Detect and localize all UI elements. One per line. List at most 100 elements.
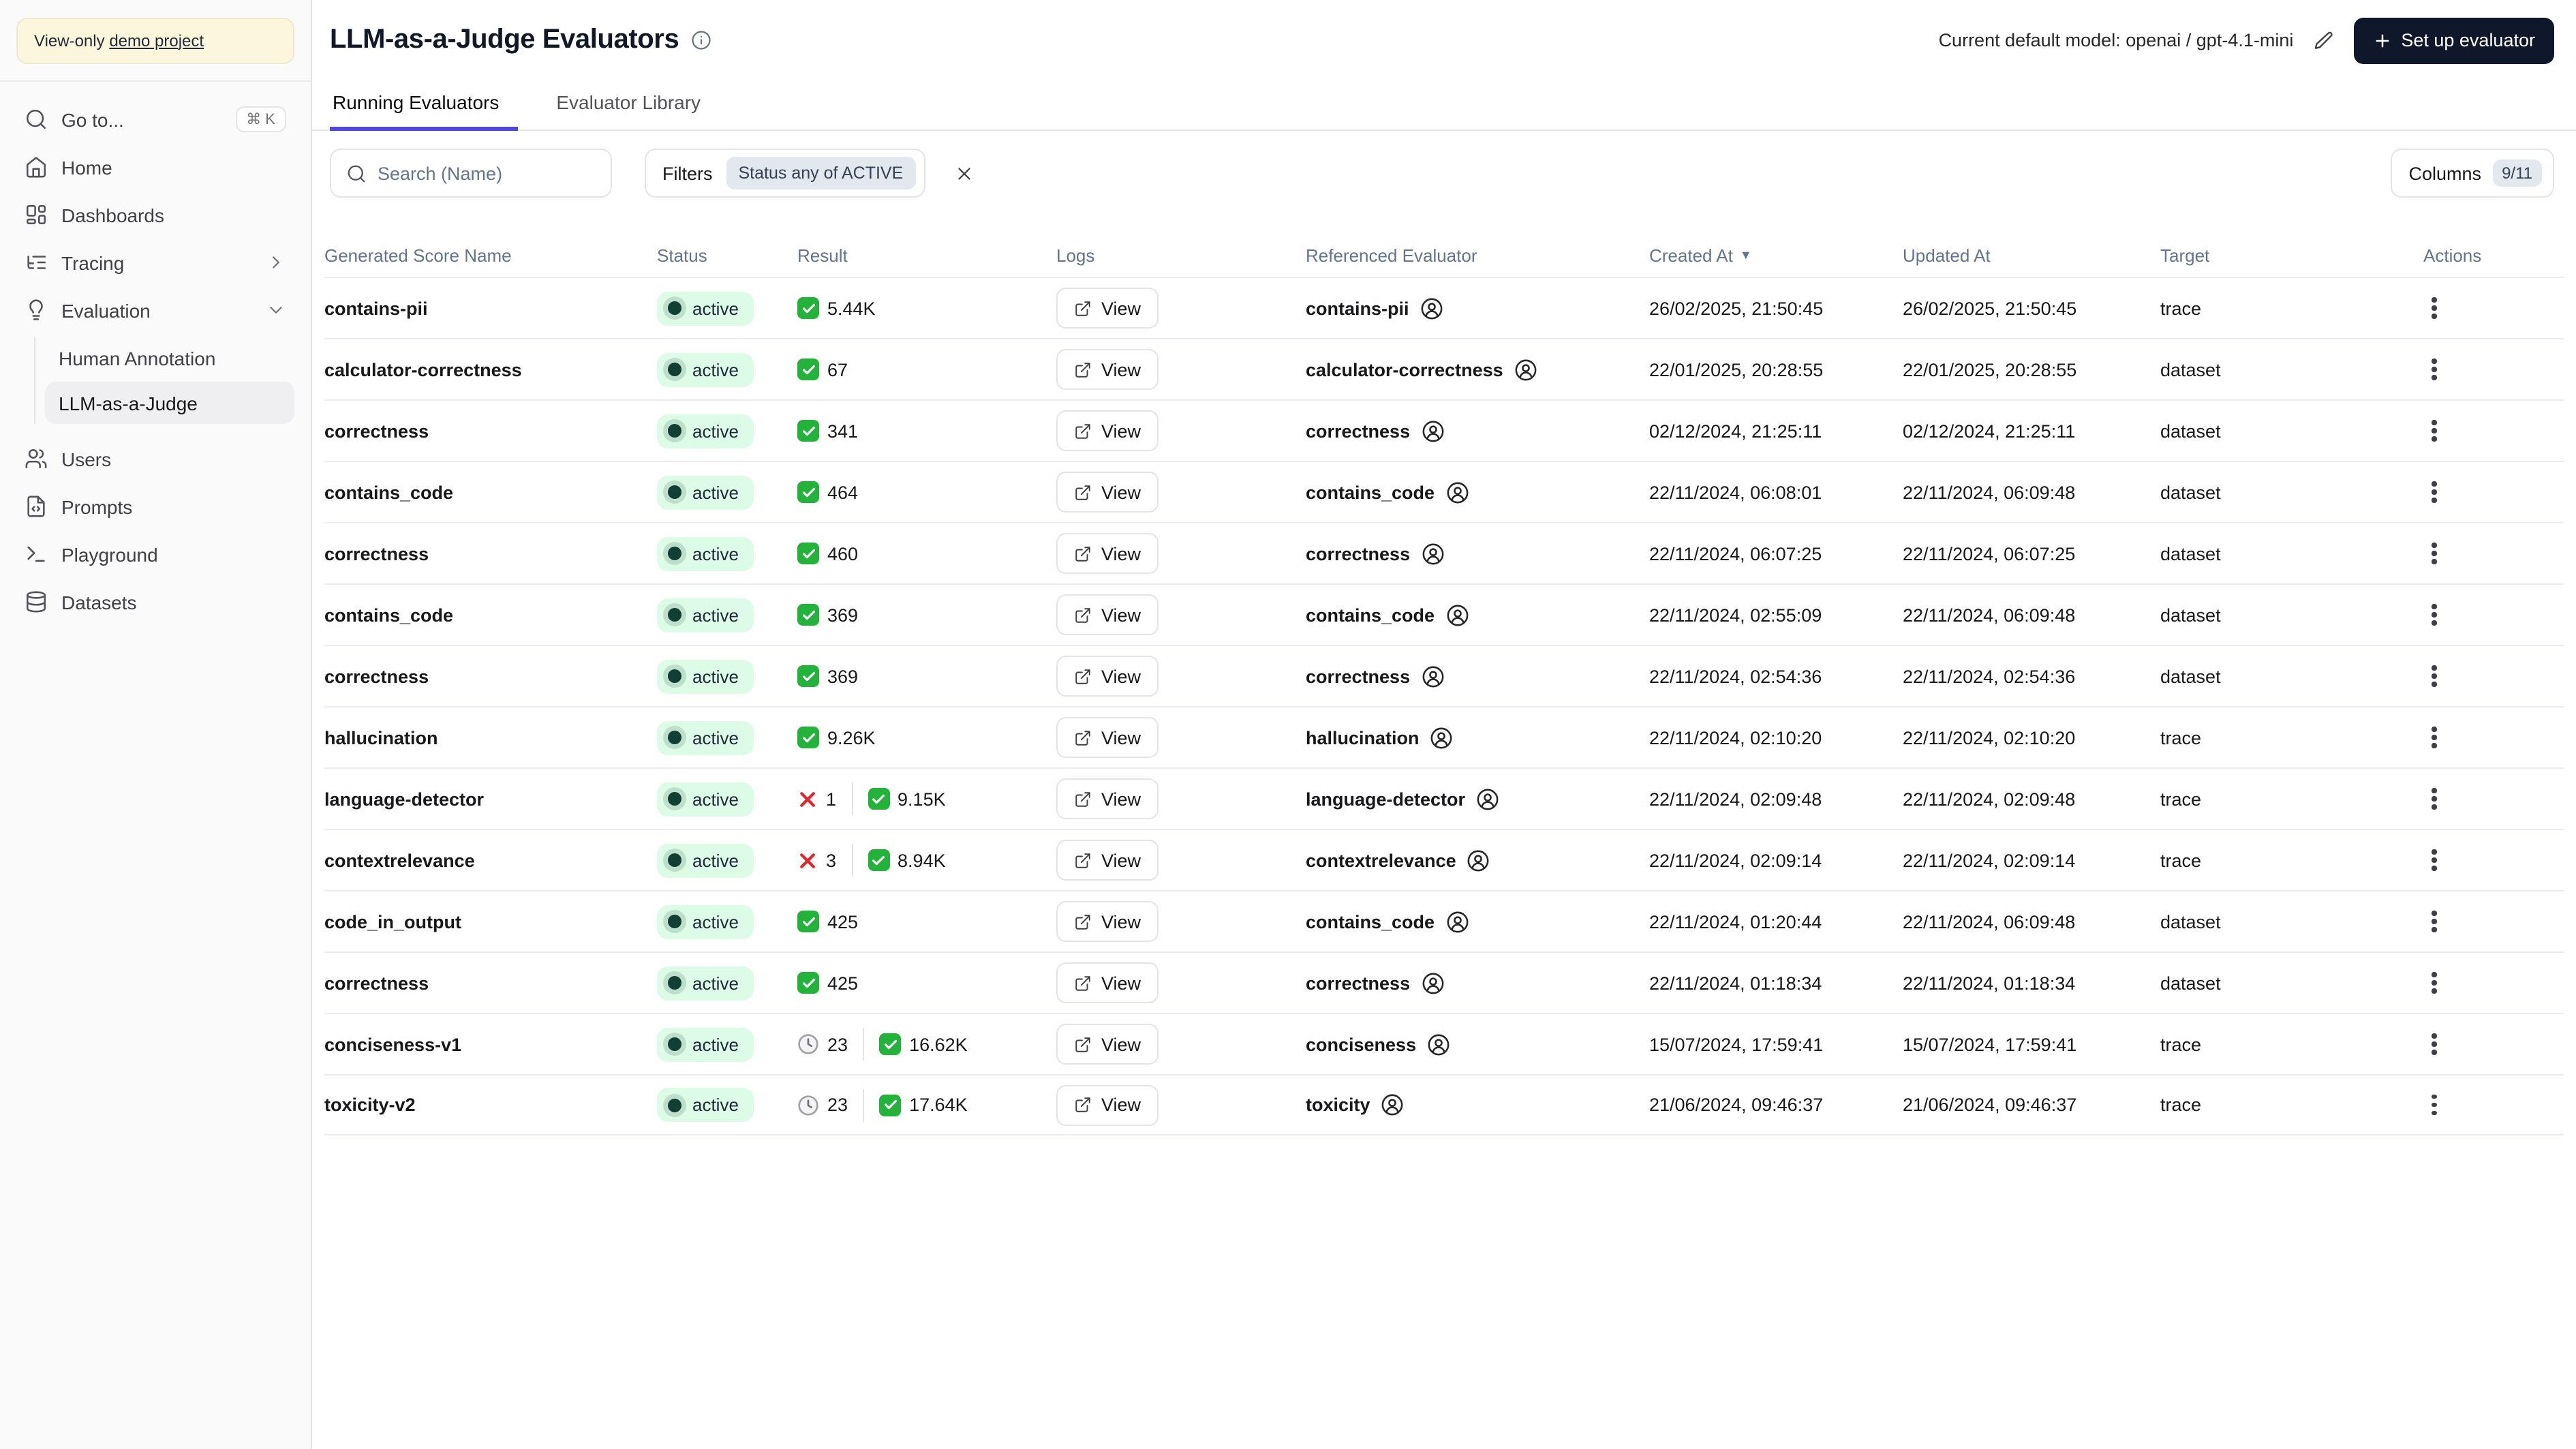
- referenced-evaluator-cell[interactable]: calculator-correctness: [1306, 358, 1649, 381]
- sidebar-item-home[interactable]: Home: [16, 143, 294, 191]
- filters-button[interactable]: Filters Status any of ACTIVE: [645, 149, 925, 198]
- row-actions-menu-button[interactable]: [2423, 354, 2444, 386]
- sidebar-item-playground[interactable]: Playground: [16, 530, 294, 578]
- sidebar-item-tracing[interactable]: Tracing: [16, 239, 294, 286]
- referenced-evaluator-cell[interactable]: contains_code: [1306, 481, 1649, 504]
- referenced-evaluator-cell[interactable]: hallucination: [1306, 726, 1649, 749]
- table-row[interactable]: hallucination active 9.26K View hallucinatio…: [324, 706, 2564, 767]
- page-title: LLM-as-a-Judge Evaluators: [330, 25, 679, 55]
- sidebar-item-evaluation[interactable]: Evaluation: [16, 286, 294, 334]
- info-icon[interactable]: [691, 30, 711, 50]
- columns-label: Columns: [2408, 163, 2482, 183]
- search-input[interactable]: [378, 163, 596, 183]
- tab-running-evaluators[interactable]: Running Evaluators: [330, 91, 519, 131]
- result-cell: 460: [797, 543, 1056, 564]
- view-logs-button[interactable]: View: [1056, 901, 1159, 942]
- clear-filters-button[interactable]: [947, 155, 982, 191]
- table-row[interactable]: correctness active 341 View correctness 02/12…: [324, 399, 2564, 461]
- row-actions-menu-button[interactable]: [2423, 844, 2444, 876]
- table-row[interactable]: conciseness-v1 active 23 16.62K View concisen…: [324, 1013, 2564, 1074]
- view-logs-button[interactable]: View: [1056, 840, 1159, 881]
- row-actions-menu-button[interactable]: [2423, 1089, 2444, 1121]
- referenced-evaluator-cell[interactable]: correctness: [1306, 665, 1649, 688]
- edit-model-button[interactable]: [2312, 29, 2334, 51]
- demo-project-link[interactable]: demo project: [109, 31, 204, 50]
- view-logs-button[interactable]: View: [1056, 1024, 1159, 1065]
- row-actions-menu-button[interactable]: [2423, 722, 2444, 754]
- column-header-created-at[interactable]: Created At ▼: [1649, 245, 1903, 265]
- column-header-target[interactable]: Target: [2160, 245, 2423, 265]
- referenced-evaluator-cell[interactable]: contains_code: [1306, 910, 1649, 933]
- view-logs-button[interactable]: View: [1056, 717, 1159, 758]
- view-logs-button[interactable]: View: [1056, 472, 1159, 513]
- referenced-evaluator-cell[interactable]: contextrelevance: [1306, 849, 1649, 872]
- referenced-evaluator-cell[interactable]: language-detector: [1306, 787, 1649, 810]
- table-row[interactable]: contextrelevance active 3 8.94K View contextr…: [324, 829, 2564, 890]
- table-row[interactable]: language-detector active 1 9.15K View languag…: [324, 767, 2564, 829]
- view-label: View: [1101, 1034, 1141, 1054]
- row-actions-menu-button[interactable]: [2423, 476, 2444, 508]
- referenced-evaluator-cell[interactable]: correctness: [1306, 419, 1649, 442]
- column-header-status[interactable]: Status: [657, 245, 797, 265]
- sidebar-item-datasets[interactable]: Datasets: [16, 578, 294, 626]
- created-at: 22/11/2024, 02:09:48: [1649, 789, 1822, 809]
- sidebar-item-goto[interactable]: Go to... ⌘ K: [16, 95, 294, 143]
- setup-evaluator-button[interactable]: Set up evaluator: [2353, 17, 2554, 63]
- row-actions-menu-button[interactable]: [2423, 538, 2444, 570]
- row-actions-menu-button[interactable]: [2423, 783, 2444, 815]
- column-header-referenced-evaluator[interactable]: Referenced Evaluator: [1306, 245, 1649, 265]
- table-row[interactable]: toxicity-v2 active 23 17.64K View toxicity 21/…: [324, 1074, 2564, 1135]
- view-logs-button[interactable]: View: [1056, 410, 1159, 451]
- logs-cell: View: [1056, 349, 1306, 390]
- row-actions-menu-button[interactable]: [2423, 660, 2444, 692]
- result-count: 369: [827, 666, 859, 686]
- table-row[interactable]: calculator-correctness active 67 View calcul…: [324, 338, 2564, 399]
- sidebar-item-users[interactable]: Users: [16, 435, 294, 483]
- view-logs-button[interactable]: View: [1056, 656, 1159, 697]
- row-actions-menu-button[interactable]: [2423, 1028, 2444, 1061]
- table-row[interactable]: contains_code active 369 View contains_code 2…: [324, 583, 2564, 645]
- status-cell: active: [657, 291, 797, 325]
- table-row[interactable]: correctness active 425 View correctness 22/11…: [324, 951, 2564, 1013]
- sidebar-item-human-annotation[interactable]: Human Annotation: [45, 337, 294, 379]
- tab-evaluator-library[interactable]: Evaluator Library: [553, 91, 703, 131]
- table-row[interactable]: code_in_output active 425 View contains_code…: [324, 890, 2564, 951]
- view-logs-button[interactable]: View: [1056, 349, 1159, 390]
- view-logs-button[interactable]: View: [1056, 778, 1159, 819]
- column-header-generated-score-name[interactable]: Generated Score Name: [324, 245, 657, 265]
- view-logs-button[interactable]: View: [1056, 288, 1159, 329]
- sidebar-item-llm-as-a-judge[interactable]: LLM-as-a-Judge: [45, 382, 294, 424]
- view-logs-button[interactable]: View: [1056, 594, 1159, 635]
- view-logs-button[interactable]: View: [1056, 962, 1159, 1003]
- referenced-evaluator-cell[interactable]: toxicity: [1306, 1093, 1649, 1116]
- table-row[interactable]: contains-pii active 5.44K View contains-pii 2…: [324, 277, 2564, 338]
- referenced-evaluator-cell[interactable]: contains-pii: [1306, 296, 1649, 320]
- row-actions-menu-button[interactable]: [2423, 967, 2444, 999]
- table-row[interactable]: contains_code active 464 View contains_code 2…: [324, 461, 2564, 522]
- columns-button[interactable]: Columns 9/11: [2391, 149, 2554, 198]
- row-actions-menu-button[interactable]: [2423, 599, 2444, 631]
- status-badge: active: [657, 782, 754, 816]
- table-row[interactable]: correctness active 369 View correctness 22/11…: [324, 645, 2564, 706]
- table-row[interactable]: correctness active 460 View correctness 22/11…: [324, 522, 2564, 583]
- column-header-logs[interactable]: Logs: [1056, 245, 1306, 265]
- row-actions-menu-button[interactable]: [2423, 906, 2444, 938]
- row-actions-menu-button[interactable]: [2423, 292, 2444, 324]
- sidebar-item-prompts[interactable]: Prompts: [16, 483, 294, 530]
- row-actions-menu-button[interactable]: [2423, 415, 2444, 447]
- success-check-icon: [797, 543, 819, 564]
- column-header-updated-at[interactable]: Updated At: [1903, 245, 2160, 265]
- referenced-evaluator-cell[interactable]: correctness: [1306, 971, 1649, 994]
- success-check-icon: [868, 788, 890, 810]
- success-check-icon: [797, 665, 819, 687]
- status-cell: active: [657, 598, 797, 632]
- updated-at: 02/12/2024, 21:25:11: [1903, 421, 2076, 441]
- referenced-evaluator-cell[interactable]: correctness: [1306, 542, 1649, 565]
- view-logs-button[interactable]: View: [1056, 1084, 1159, 1125]
- file-code-icon: [25, 495, 48, 518]
- column-header-result[interactable]: Result: [797, 245, 1056, 265]
- referenced-evaluator-cell[interactable]: conciseness: [1306, 1033, 1649, 1056]
- view-logs-button[interactable]: View: [1056, 533, 1159, 574]
- sidebar-item-dashboards[interactable]: Dashboards: [16, 191, 294, 239]
- referenced-evaluator-cell[interactable]: contains_code: [1306, 603, 1649, 626]
